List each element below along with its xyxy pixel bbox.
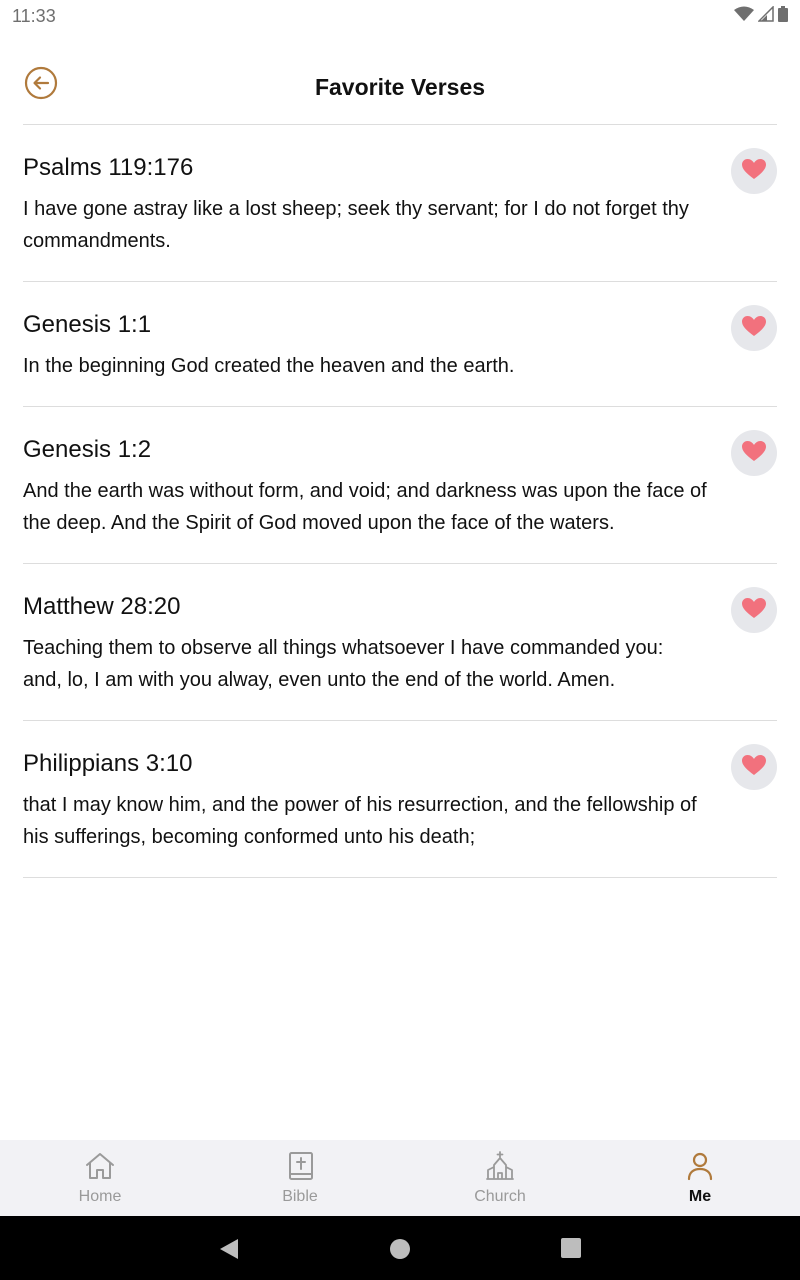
nav-item-home[interactable]: Home — [0, 1140, 200, 1216]
verse-text: In the beginning God created the heaven … — [23, 355, 515, 377]
favorite-button[interactable] — [731, 305, 777, 351]
heart-icon — [741, 754, 767, 781]
verse-list-item[interactable]: Psalms 119:176 I have gone astray like a… — [23, 125, 777, 282]
home-icon — [84, 1151, 116, 1186]
favorite-button[interactable] — [731, 744, 777, 790]
nav-label-me: Me — [688, 1187, 712, 1205]
status-time: 11:33 — [12, 5, 56, 26]
verse-list: Psalms 119:176 I have gone astray like a… — [23, 125, 777, 878]
heart-icon — [741, 158, 767, 185]
verse-text: Teaching them to observe all things what… — [23, 637, 664, 691]
verse-reference: Philippians 3:10 — [23, 750, 193, 777]
battery-icon — [778, 5, 788, 27]
verse-reference: Genesis 1:2 — [23, 436, 152, 463]
system-nav-bar — [0, 1216, 800, 1280]
verse-text: I have gone astray like a lost sheep; se… — [23, 198, 689, 252]
verse-list-item[interactable]: Philippians 3:10 that I may know him, an… — [23, 721, 777, 878]
bottom-nav: Home Bible Church Me — [0, 1140, 800, 1216]
heart-icon — [741, 597, 767, 624]
nav-item-me[interactable]: Me — [600, 1140, 800, 1216]
verse-reference: Matthew 28:20 — [23, 593, 181, 620]
page-title: Favorite Verses — [314, 74, 486, 100]
bible-icon — [284, 1151, 316, 1186]
favorite-button[interactable] — [731, 148, 777, 194]
verse-reference: Genesis 1:1 — [23, 311, 152, 338]
verse-list-item[interactable]: Genesis 1:1 In the beginning God created… — [23, 282, 777, 407]
system-back-icon[interactable] — [219, 1238, 239, 1265]
nav-item-church[interactable]: Church — [400, 1140, 600, 1216]
nav-item-bible[interactable]: Bible — [200, 1140, 400, 1216]
church-icon — [484, 1150, 516, 1186]
system-home-icon[interactable] — [389, 1238, 411, 1265]
nav-label-bible: Bible — [282, 1187, 318, 1205]
system-recents-icon[interactable] — [561, 1238, 581, 1263]
verse-list-item[interactable]: Matthew 28:20 Teaching them to observe a… — [23, 564, 777, 721]
verse-reference: Psalms 119:176 — [23, 154, 194, 181]
status-bar: 11:33 — [0, 0, 800, 32]
favorite-verses-screen: 11:33 Favorite Verses Psalms 119:176 I h… — [0, 0, 800, 1280]
app-header: Favorite Verses — [0, 50, 800, 125]
verse-text: And the earth was without form, and void… — [23, 480, 707, 534]
signal-icon — [757, 4, 774, 27]
status-icons — [734, 4, 788, 27]
favorite-button[interactable] — [731, 430, 777, 476]
nav-label-church: Church — [474, 1187, 526, 1205]
heart-icon — [741, 315, 767, 342]
heart-icon — [741, 440, 767, 467]
person-icon — [684, 1151, 716, 1186]
nav-label-home: Home — [78, 1187, 122, 1205]
favorite-button[interactable] — [731, 587, 777, 633]
verse-text: that I may know him, and the power of hi… — [23, 794, 697, 848]
wifi-icon — [734, 6, 754, 27]
verse-list-item[interactable]: Genesis 1:2 And the earth was without fo… — [23, 407, 777, 564]
